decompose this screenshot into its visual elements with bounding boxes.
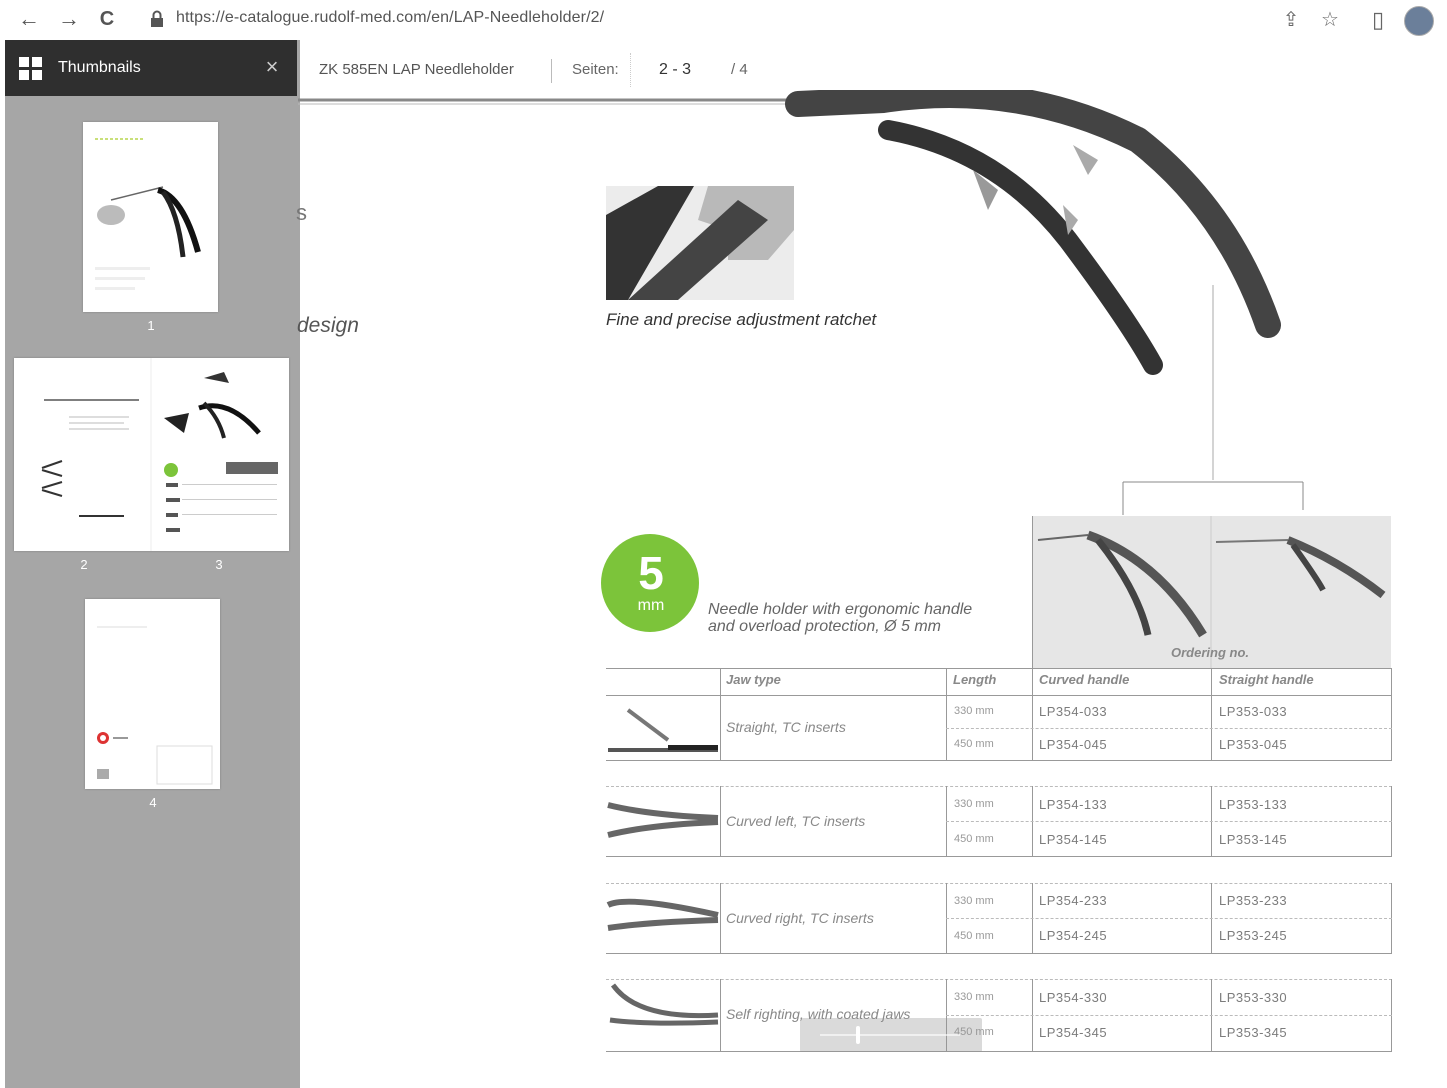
row-top-border [606, 883, 1392, 884]
curved-handle-code: LP354-145 [1039, 832, 1108, 847]
back-arrow-icon[interactable]: ← [16, 6, 42, 32]
row-mid-divider [946, 821, 1392, 822]
row-bottom-border [606, 1051, 1392, 1052]
row-divider [720, 696, 721, 760]
jaw-image-straight [608, 708, 718, 752]
straight-handle-code: LP353-133 [1219, 797, 1288, 812]
ordering-number-label: Ordering no. [1171, 645, 1249, 660]
header-divider-1 [720, 668, 721, 696]
thumbnails-sidebar: Thumbnails × 1 2 3 4 [5, 40, 300, 1088]
badge-number: 5 [638, 547, 664, 599]
badge-unit: mm [637, 597, 665, 614]
length-cell: 450 mm [954, 833, 994, 845]
header-divider-2 [946, 668, 947, 696]
pages-label: Seiten: [572, 61, 619, 78]
header-divider-3 [1032, 668, 1033, 696]
product-description-line-1: Needle holder with ergonomic handle [708, 601, 973, 618]
straight-handle-code: LP353-233 [1219, 893, 1288, 908]
page-2-3-preview [41, 358, 278, 551]
photo-panel-left-border [1032, 516, 1033, 669]
jaw-type-cell: Straight, TC inserts [726, 719, 846, 735]
length-cell: 330 mm [954, 991, 994, 1003]
curved-handle-code: LP354-330 [1039, 990, 1108, 1005]
row-divider [720, 786, 721, 856]
table-header-curved-handle: Curved handle [1039, 672, 1130, 687]
page-1-preview [95, 138, 201, 290]
jaw-image-curved-right [606, 898, 719, 931]
straight-handle-code: LP353-245 [1219, 928, 1288, 943]
thumbnail-page-2-3[interactable] [14, 358, 289, 551]
table-header-length: Length [953, 672, 997, 687]
straight-handle-code: LP353-345 [1219, 1025, 1288, 1040]
curved-handle-code: LP354-345 [1039, 1025, 1108, 1040]
zoom-slider-handle[interactable] [856, 1026, 860, 1044]
curved-handle-code: LP354-045 [1039, 737, 1108, 752]
row-bottom-border [606, 856, 1392, 857]
jaw-type-cell: Curved left, TC inserts [726, 813, 866, 829]
browser-toolbar: ← → C https://e-catalogue.rudolf-med.com… [0, 0, 1447, 40]
thumbnail-label-3: 3 [215, 557, 223, 572]
curved-handle-code: LP354-233 [1039, 893, 1108, 908]
table-header-border [606, 695, 1392, 696]
partial-text-fragment: s [296, 200, 307, 225]
thumbnail-label-4: 4 [149, 795, 157, 810]
length-cell: 330 mm [954, 705, 994, 717]
product-description-line-2: and overload protection, Ø 5 mm [708, 618, 942, 635]
profile-avatar[interactable] [1404, 6, 1434, 36]
page-total: / 4 [731, 61, 748, 78]
row-bottom-border [606, 760, 1392, 761]
close-icon[interactable]: × [261, 54, 283, 80]
share-icon[interactable]: ⇪ [1279, 8, 1303, 32]
partial-heading-design: design [297, 314, 359, 337]
row-top-border [606, 786, 1392, 787]
curved-handle-code: LP354-133 [1039, 797, 1108, 812]
zoom-slider[interactable] [800, 1018, 982, 1052]
straight-handle-code: LP353-033 [1219, 704, 1288, 719]
row-divider [720, 883, 721, 953]
table-header-jaw-type: Jaw type [726, 672, 781, 687]
length-cell: 330 mm [954, 798, 994, 810]
jaw-type-cell: Curved right, TC inserts [726, 910, 874, 926]
jaw-image-self-righting [609, 983, 719, 1026]
sidebar-header: Thumbnails × [5, 40, 297, 96]
straight-handle-code: LP353-045 [1219, 737, 1288, 752]
page-4-preview [97, 626, 213, 785]
thumbnail-page-4[interactable] [85, 599, 220, 789]
zoom-slider-track [820, 1034, 960, 1036]
row-mid-divider [946, 918, 1392, 919]
side-panel-icon[interactable]: ▯ [1366, 8, 1390, 32]
forward-arrow-icon[interactable]: → [56, 6, 82, 32]
jaw-image-curved-left [607, 802, 719, 838]
thumbnails-grid-icon [19, 57, 43, 81]
lock-icon [151, 10, 163, 27]
length-cell: 330 mm [954, 895, 994, 907]
thumbnail-label-2: 2 [80, 557, 88, 572]
header-divider-5 [1391, 668, 1392, 696]
document-title: ZK 585EN LAP Needleholder [319, 61, 514, 78]
ratchet-caption: Fine and precise adjustment ratchet [606, 310, 877, 329]
row-divider [720, 979, 721, 1051]
row-mid-divider [946, 728, 1392, 729]
header-divider [551, 59, 552, 83]
sidebar-title: Thumbnails [58, 59, 141, 76]
page-number-input[interactable] [630, 53, 720, 87]
length-cell: 450 mm [954, 738, 994, 750]
straight-handle-code: LP353-330 [1219, 990, 1288, 1005]
straight-handle-code: LP353-145 [1219, 832, 1288, 847]
address-bar[interactable]: https://e-catalogue.rudolf-med.com/en/LA… [176, 9, 604, 27]
row-bottom-border [606, 953, 1392, 954]
header-divider-4 [1211, 668, 1212, 696]
table-top-border [606, 668, 1392, 669]
thumbnail-page-1[interactable] [83, 122, 218, 312]
length-cell: 450 mm [954, 930, 994, 942]
table-header-straight-handle: Straight handle [1219, 672, 1314, 687]
curved-handle-code: LP354-033 [1039, 704, 1108, 719]
curved-handle-code: LP354-245 [1039, 928, 1108, 943]
bookmark-star-icon[interactable]: ☆ [1318, 8, 1342, 32]
reload-icon[interactable]: C [94, 6, 120, 32]
row-top-border [606, 979, 1392, 980]
thumbnail-label-1: 1 [147, 318, 155, 333]
row-mid-divider [946, 1015, 1392, 1016]
